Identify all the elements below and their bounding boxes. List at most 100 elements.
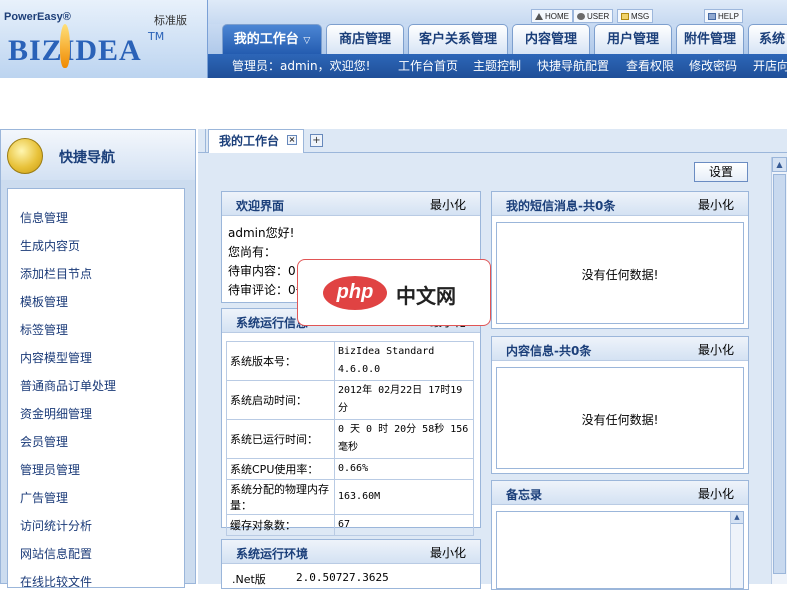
user-icon [577, 13, 585, 20]
sms-minimize[interactable]: 最小化 [698, 196, 734, 213]
main-nav-tabs: 我的工作台 ▽ 商店管理 客户关系管理 内容管理 用户管理 附件管理 系统 [208, 24, 787, 54]
tab-system[interactable]: 系统 [748, 24, 787, 54]
memo-header: 备忘录 最小化 [492, 481, 748, 505]
quick-nav-sidebar: 快捷导航 信息管理 生成内容页 添加栏目节点 模板管理 标签管理 内容模型管理 … [0, 129, 196, 589]
brand-edition: 标准版 [154, 14, 187, 27]
sidebar-item-funds[interactable]: 资金明细管理 [20, 405, 92, 422]
mail-icon [621, 13, 629, 20]
tab-workbench[interactable]: 我的工作台 ▽ [222, 24, 322, 54]
content-info-header: 内容信息-共0条 最小化 [492, 337, 748, 361]
brand-logo: BIZIDEA [8, 34, 142, 67]
php-watermark: php 中文网 [297, 259, 491, 326]
content-info-minimize[interactable]: 最小化 [698, 341, 734, 358]
add-tab-button[interactable]: + [310, 134, 323, 147]
table-row: 系统启动时间： 2012年 02月22日 17时19分 [226, 380, 474, 420]
tab-store[interactable]: 商店管理 [326, 24, 404, 54]
subnav-home[interactable]: 工作台首页 [398, 54, 458, 78]
system-info-table: 系统版本号： BizIdea Standard 4.6.0.0 系统启动时间： 20… [226, 341, 474, 536]
environment-panel: 系统运行环境 最小化 .Net版 2.0.50727.3625 [221, 539, 481, 589]
scroll-up-icon[interactable]: ▲ [731, 512, 743, 524]
chevron-down-icon: ▽ [303, 36, 311, 46]
top-link-bar: HOME USER MSG HELP [208, 0, 787, 24]
subnav-change-password[interactable]: 修改密码 [689, 54, 737, 78]
content-empty-text: 没有任何数据! [581, 413, 659, 427]
main-scrollbar[interactable]: ▲ [771, 157, 787, 584]
memo-minimize[interactable]: 最小化 [698, 485, 734, 502]
welcome-minimize[interactable]: 最小化 [430, 196, 466, 213]
sidebar-title: 快捷导航 [59, 150, 115, 166]
msg-link[interactable]: MSG [617, 9, 654, 23]
sidebar-item-ads[interactable]: 广告管理 [20, 489, 68, 506]
sms-header: 我的短信消息-共0条 最小化 [492, 192, 748, 216]
home-link[interactable]: HOME [531, 9, 573, 23]
subnav-permissions[interactable]: 查看权限 [626, 54, 674, 78]
tab-users[interactable]: 用户管理 [594, 24, 672, 54]
pending-comments: 待审评论：0条 [228, 283, 308, 297]
sidebar-item-generate-pages[interactable]: 生成内容页 [20, 237, 80, 254]
tab-bar-divider [198, 129, 206, 153]
php-logo-text: 中文网 [396, 284, 456, 308]
sidebar-item-orders[interactable]: 普通商品订单处理 [20, 377, 116, 394]
table-row: 系统CPU使用率： 0.66% [226, 458, 474, 480]
workbench-main: 我的工作台 × + 设置 ▲ 欢迎界面 最小化 admin您好! 您尚有： 待审… [198, 129, 787, 590]
content-info-panel: 内容信息-共0条 最小化 没有任何数据! [491, 336, 749, 474]
net-version-label: .Net版 [232, 573, 266, 586]
content-info-list: 没有任何数据! [496, 367, 744, 469]
workbench-tab[interactable]: 我的工作台 × [208, 129, 304, 153]
welcome-line-1: admin您好! [228, 226, 295, 240]
tab-crm[interactable]: 客户关系管理 [408, 24, 508, 54]
php-logo-badge: php [323, 276, 387, 310]
welcome-line-2: 您尚有： [228, 245, 277, 259]
help-icon [708, 13, 716, 20]
sidebar-list: 信息管理 生成内容页 添加栏目节点 模板管理 标签管理 内容模型管理 普通商品订… [7, 188, 185, 590]
environment-header: 系统运行环境 最小化 [222, 540, 480, 564]
subnav-theme[interactable]: 主题控制 [473, 54, 521, 78]
brand-tm: TM [148, 30, 165, 43]
user-link[interactable]: USER [573, 9, 614, 23]
sidebar-header: 快捷导航 [1, 130, 195, 180]
sms-empty-text: 没有任何数据! [581, 268, 659, 282]
sidebar-item-members[interactable]: 会员管理 [20, 433, 68, 450]
sidebar-item-stats[interactable]: 访问统计分析 [20, 517, 92, 534]
environment-minimize[interactable]: 最小化 [430, 544, 466, 561]
sidebar-item-labels[interactable]: 标签管理 [20, 321, 68, 338]
memo-scrollbar[interactable]: ▲ [730, 512, 743, 588]
brand-small: PowerEasy® [4, 11, 71, 23]
welcome-title: 欢迎界面 [236, 199, 285, 213]
workbench-tab-bar: 我的工作台 × + [198, 129, 787, 153]
help-link[interactable]: HELP [704, 9, 743, 23]
scroll-up-icon[interactable]: ▲ [772, 157, 787, 172]
sidebar-item-compare-files[interactable]: 在线比较文件 [20, 573, 92, 590]
table-row: 系统已运行时间： 0 天 0 时 20分 58秒 156毫秒 [226, 419, 474, 459]
subnav-open-store[interactable]: 开店向 [753, 54, 787, 78]
memo-textarea[interactable]: ▲ [496, 511, 744, 589]
sidebar-item-info[interactable]: 信息管理 [20, 209, 68, 226]
tab-attachments[interactable]: 附件管理 [676, 24, 744, 54]
table-row: 系统版本号： BizIdea Standard 4.6.0.0 [226, 341, 474, 381]
logo-area: PowerEasy® 标准版 BIZIDEA TM [0, 0, 208, 78]
content-info-title: 内容信息-共0条 [506, 344, 592, 358]
logo-flame-icon [60, 24, 70, 68]
sms-title: 我的短信消息-共0条 [506, 199, 616, 213]
welcome-panel-header: 欢迎界面 最小化 [222, 192, 480, 216]
pending-content: 待审内容：0 [228, 264, 296, 278]
sms-list: 没有任何数据! [496, 222, 744, 324]
scroll-thumb[interactable] [773, 174, 786, 574]
sidebar-item-templates[interactable]: 模板管理 [20, 293, 68, 310]
subnav-shortcut-config[interactable]: 快捷导航配置 [537, 54, 609, 78]
close-icon[interactable]: × [287, 135, 297, 145]
memo-title: 备忘录 [506, 488, 543, 502]
sms-panel: 我的短信消息-共0条 最小化 没有任何数据! [491, 191, 749, 329]
sidebar-item-add-node[interactable]: 添加栏目节点 [20, 265, 92, 282]
sidebar-item-content-models[interactable]: 内容模型管理 [20, 349, 92, 366]
app-header: PowerEasy® 标准版 BIZIDEA TM HOME USER MSG … [0, 0, 787, 78]
home-icon [535, 13, 543, 20]
sidebar-item-site-config[interactable]: 网站信息配置 [20, 545, 92, 562]
tab-content[interactable]: 内容管理 [512, 24, 590, 54]
net-version-value: 2.0.50727.3625 [296, 571, 389, 584]
settings-button[interactable]: 设置 [694, 162, 748, 182]
quick-nav-icon [7, 138, 43, 174]
system-info-panel: 系统运行信息 最小化 系统版本号：BizIdea Standard 4.6.0.… [221, 308, 481, 536]
sidebar-item-admins[interactable]: 管理员管理 [20, 461, 80, 478]
table-row: 缓存对象数： 67 [226, 514, 474, 536]
